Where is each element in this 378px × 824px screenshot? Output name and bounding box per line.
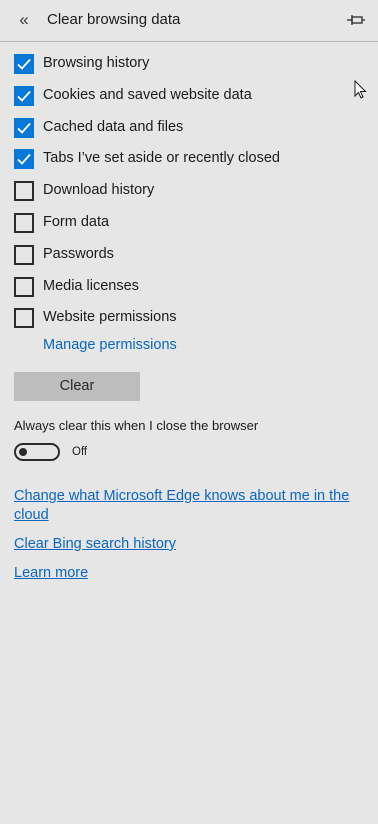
option-cookies[interactable]: Cookies and saved website data — [14, 85, 344, 117]
manage-permissions-link[interactable]: Manage permissions — [43, 337, 177, 353]
checkbox[interactable] — [14, 149, 34, 170]
learn-more-link[interactable]: Learn more — [14, 564, 88, 583]
clear-bing-history-link[interactable]: Clear Bing search history — [14, 535, 176, 554]
option-label: Browsing history — [43, 55, 150, 71]
clear-options-list: Browsing history Cookies and saved websi… — [14, 53, 344, 339]
option-browsing-history[interactable]: Browsing history — [14, 53, 344, 85]
toggle-knob — [19, 448, 27, 456]
always-clear-label: Always clear this when I close the brows… — [14, 418, 259, 433]
clear-browsing-data-panel: « Clear browsing data Browsing history C… — [0, 0, 378, 824]
option-label: Media licenses — [43, 277, 139, 294]
option-label: Tabs I’ve set aside or recently closed — [43, 150, 280, 167]
checkbox[interactable] — [14, 54, 34, 74]
option-media-licenses[interactable]: Media licenses — [14, 276, 344, 308]
double-chevron-left-icon[interactable]: « — [13, 9, 35, 31]
option-form-data[interactable]: Form data — [14, 212, 344, 244]
mouse-cursor-icon — [354, 79, 368, 100]
option-label: Passwords — [43, 245, 114, 262]
option-label: Form data — [43, 213, 110, 230]
checkbox[interactable] — [14, 276, 34, 297]
panel-title: Clear browsing data — [47, 11, 181, 28]
option-label: Cached data and files — [43, 118, 184, 135]
option-cached-data[interactable]: Cached data and files — [14, 117, 344, 149]
toggle-state-label: Off — [72, 446, 88, 458]
change-cloud-data-link[interactable]: Change what Microsoft Edge knows about m… — [14, 487, 364, 525]
option-label: Cookies and saved website data — [43, 86, 252, 103]
checkbox[interactable] — [14, 181, 34, 202]
panel-header: « Clear browsing data — [0, 0, 378, 42]
option-label: Download history — [43, 182, 155, 199]
checkbox[interactable] — [14, 212, 34, 233]
checkbox[interactable] — [14, 308, 34, 329]
option-tabs-set-aside[interactable]: Tabs I’ve set aside or recently closed — [14, 148, 344, 180]
checkbox[interactable] — [14, 244, 34, 265]
option-label: Website permissions — [43, 309, 177, 326]
option-website-permissions[interactable]: Website permissions — [14, 307, 344, 339]
option-passwords[interactable]: Passwords — [14, 244, 344, 276]
always-clear-toggle[interactable] — [14, 443, 60, 461]
clear-button[interactable]: Clear — [14, 372, 140, 401]
pin-icon[interactable] — [345, 12, 367, 28]
checkbox[interactable] — [14, 117, 34, 138]
option-download-history[interactable]: Download history — [14, 180, 344, 212]
checkbox[interactable] — [14, 85, 34, 106]
